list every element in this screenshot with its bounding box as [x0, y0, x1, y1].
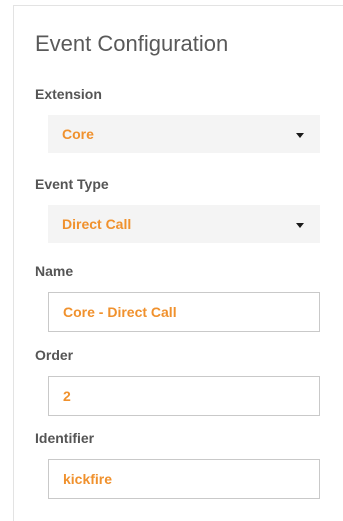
event-type-select[interactable]: Direct Call — [48, 205, 320, 243]
name-label: Name — [35, 263, 74, 279]
identifier-input[interactable] — [48, 459, 320, 499]
identifier-label: Identifier — [35, 430, 95, 446]
event-type-label: Event Type — [35, 176, 109, 192]
chevron-down-icon — [296, 223, 304, 228]
extension-select[interactable]: Core — [48, 115, 320, 153]
chevron-down-icon — [296, 133, 304, 138]
panel-title: Event Configuration — [35, 31, 229, 56]
event-type-select-value: Direct Call — [62, 216, 132, 232]
name-input[interactable] — [48, 292, 320, 332]
order-label: Order — [35, 347, 74, 363]
extension-label: Extension — [35, 86, 102, 102]
order-input[interactable] — [48, 376, 320, 416]
extension-select-value: Core — [62, 126, 94, 142]
